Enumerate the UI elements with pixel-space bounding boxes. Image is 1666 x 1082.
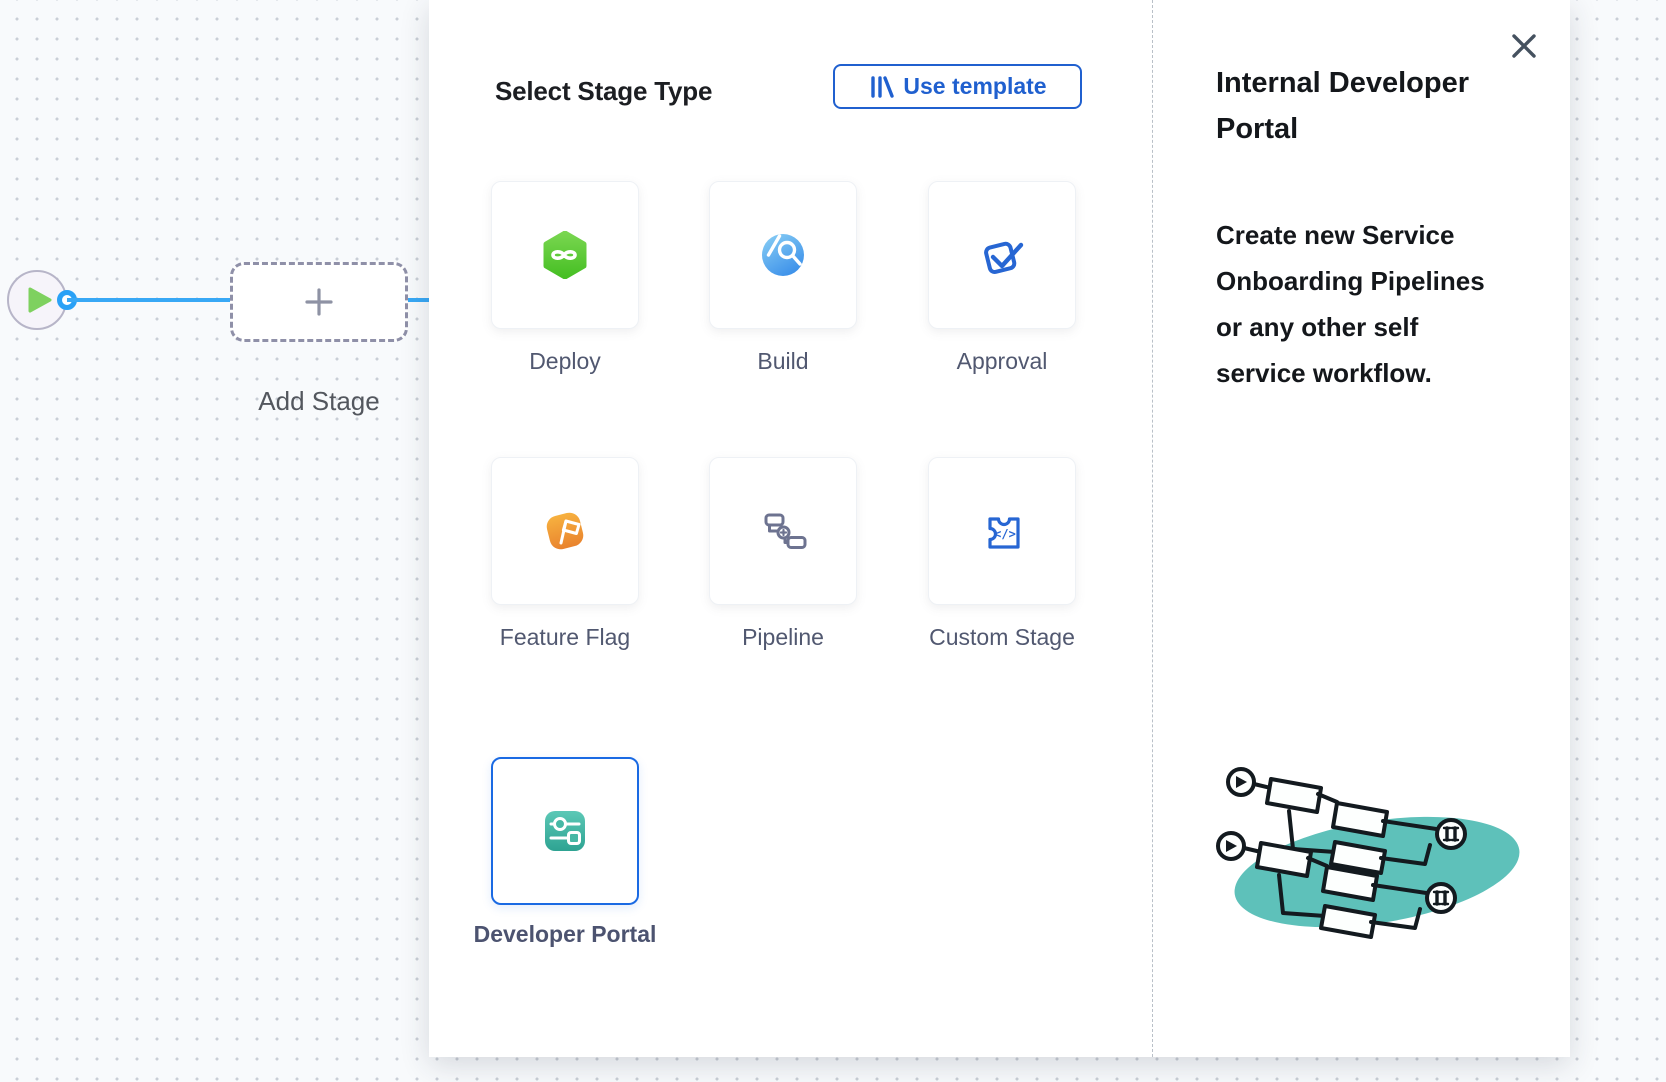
stage-type-picker: Select Stage Type Use template: [429, 0, 1152, 1057]
add-stage-button[interactable]: [230, 262, 408, 342]
stage-card-label: Feature Flag: [470, 622, 660, 653]
stage-card-build[interactable]: [709, 181, 857, 329]
close-button[interactable]: [1506, 28, 1542, 64]
stage-card-pipeline[interactable]: [709, 457, 857, 605]
use-template-label: Use template: [903, 73, 1046, 100]
select-stage-type-modal: Select Stage Type Use template: [429, 0, 1570, 1057]
build-icon: [760, 232, 806, 278]
developer-portal-icon: [541, 807, 589, 855]
modal-title: Select Stage Type: [495, 76, 712, 107]
pipeline-icon: [758, 506, 808, 556]
use-template-button[interactable]: Use template: [833, 64, 1082, 109]
details-description: Create new Service Onboarding Pipelines …: [1216, 212, 1504, 396]
svg-text:</>: </>: [994, 527, 1016, 541]
stage-card-approval[interactable]: [928, 181, 1076, 329]
deploy-icon: [541, 231, 589, 279]
pipeline-illustration: [1215, 748, 1551, 968]
close-icon: [1508, 30, 1540, 62]
custom-stage-icon: </>: [977, 506, 1027, 556]
feature-flag-icon: [541, 507, 589, 555]
pipeline-link-line: [67, 298, 230, 302]
pipeline-link-line: [408, 298, 429, 302]
stage-card-label: Approval: [907, 346, 1097, 377]
stage-card-label: Pipeline: [688, 622, 878, 653]
stage-card-label: Deploy: [470, 346, 660, 377]
stage-card-feature-flag[interactable]: [491, 457, 639, 605]
stage-card-deploy[interactable]: [491, 181, 639, 329]
stage-card-label: Custom Stage: [907, 622, 1097, 653]
stage-card-custom-stage[interactable]: </>: [928, 457, 1076, 605]
play-icon: [28, 287, 52, 313]
pipeline-canvas: Add Stage Select Stage Type Use template: [0, 0, 1666, 1082]
details-title: Internal Developer Portal: [1216, 60, 1496, 152]
stage-card-label: Build: [688, 346, 878, 377]
approval-icon: [977, 230, 1027, 280]
stage-details-panel: Internal Developer Portal Create new Ser…: [1152, 0, 1570, 1057]
plus-icon: [303, 286, 335, 318]
stage-card-developer-portal[interactable]: [491, 757, 639, 905]
template-library-icon: [868, 74, 894, 100]
stage-card-label: Developer Portal: [470, 919, 660, 950]
add-stage-label: Add Stage: [229, 386, 409, 417]
